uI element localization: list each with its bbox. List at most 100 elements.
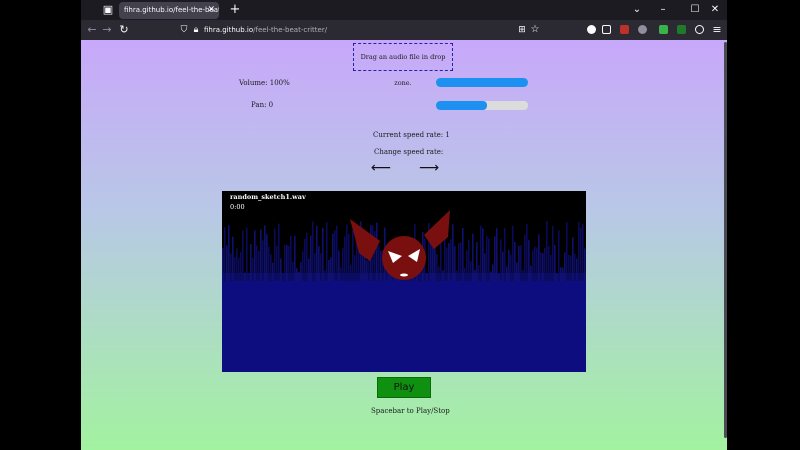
waveform-spike	[338, 250, 340, 281]
waveform-spike	[462, 227, 464, 281]
waveform-spike	[310, 235, 312, 281]
waveform-spike	[322, 227, 324, 281]
waveform-spike	[494, 236, 496, 281]
waveform-spike	[446, 247, 448, 281]
tab-overflow-icon[interactable]: ⌄	[630, 3, 644, 17]
waveform-spike	[242, 230, 244, 281]
back-icon[interactable]: ←	[85, 23, 99, 37]
visualizer-svg	[222, 210, 586, 372]
tab-list-icon[interactable]: ▣	[101, 3, 115, 17]
menu-icon[interactable]: ≡	[710, 23, 724, 37]
minimize-icon[interactable]: –	[656, 3, 670, 17]
waveform-spike	[312, 221, 314, 281]
waveform-spike	[466, 250, 468, 281]
waveform-spike	[250, 244, 252, 281]
waveform-spike	[292, 261, 294, 281]
waveform-spike	[298, 271, 300, 281]
close-window-icon[interactable]: ✕	[708, 3, 722, 17]
waveform-spike	[566, 222, 568, 281]
extension-5-icon[interactable]	[677, 25, 686, 34]
extension-6-icon[interactable]	[695, 25, 704, 34]
waveform-spike	[458, 243, 460, 281]
slower-arrow-button[interactable]: ⟵	[371, 161, 391, 175]
waveform-spike	[454, 246, 456, 281]
waveform-spike	[226, 245, 228, 281]
waveform-spike	[232, 236, 234, 281]
waveform-spike	[512, 225, 514, 281]
waveform-spike	[356, 243, 358, 281]
waveform-spike	[510, 254, 512, 281]
waveform-spike	[528, 240, 530, 281]
extension-2-icon[interactable]	[620, 25, 629, 34]
extension-1-icon[interactable]	[587, 25, 596, 34]
waveform-spike	[508, 250, 510, 281]
waveform-spike	[518, 245, 520, 281]
waveform-spike	[572, 237, 574, 281]
url-bar[interactable]: fihra.github.io/feel-the-beat-critter/	[204, 22, 544, 38]
extension-3-icon[interactable]	[638, 25, 647, 34]
reload-icon[interactable]: ↻	[117, 23, 131, 37]
tab-title: fihra.github.io/feel-the-beat-critter/	[124, 6, 219, 14]
waveform-spike	[378, 245, 380, 281]
waveform-spike	[252, 257, 254, 281]
track-name: random_sketch1.wav	[230, 193, 306, 201]
waveform-spike	[456, 270, 458, 281]
waveform-spike	[228, 225, 230, 281]
waveform-spike	[314, 253, 316, 281]
waveform-spike	[534, 246, 536, 281]
waveform-spike	[278, 223, 280, 281]
waveform-spike	[268, 246, 270, 281]
new-tab-icon[interactable]: +	[227, 2, 243, 18]
page-content: Drag an audio file in drop zone. Volume:…	[81, 40, 727, 450]
star-icon[interactable]: ☆	[528, 23, 542, 37]
lock-icon[interactable]: 🔒︎	[189, 23, 203, 37]
tab-active[interactable]: fihra.github.io/feel-the-beat-critter/ ✕	[119, 2, 219, 19]
waveform-spike	[540, 252, 542, 281]
waveform-spike	[470, 261, 472, 281]
waveform-spike	[346, 224, 348, 281]
waveform-spike	[340, 267, 342, 281]
waveform-spike	[556, 273, 558, 281]
waveform-spike	[230, 253, 232, 281]
waveform-spike	[570, 255, 572, 281]
waveform-spike	[514, 241, 516, 281]
faster-arrow-button[interactable]: ⟶	[419, 161, 439, 175]
drop-zone[interactable]: Drag an audio file in drop zone.	[353, 43, 453, 87]
waveform-spike	[504, 227, 506, 281]
translate-icon[interactable]: ⊞	[515, 23, 529, 37]
waveform-spike	[552, 225, 554, 281]
page-scrollbar[interactable]	[724, 42, 727, 438]
waveform-spike	[478, 265, 480, 281]
waveform-spike	[280, 258, 282, 281]
tab-close-icon[interactable]: ✕	[207, 2, 215, 19]
volume-slider-fill	[436, 78, 528, 87]
waveform-spike	[222, 247, 224, 281]
waveform-spike	[440, 239, 442, 281]
waveform-spike	[496, 228, 498, 281]
extensions-puzzle-icon[interactable]	[602, 25, 611, 34]
waveform-spike	[380, 250, 382, 281]
waveform-spike	[316, 225, 318, 281]
waveform-spike	[324, 270, 326, 281]
forward-icon[interactable]: →	[100, 23, 114, 37]
waveform-spike	[520, 245, 522, 281]
waveform-spike	[332, 233, 334, 281]
waveform-spike	[544, 248, 546, 281]
extension-4-icon[interactable]	[659, 25, 668, 34]
waveform-spike	[522, 269, 524, 281]
pan-slider[interactable]	[436, 101, 528, 110]
waveform-spike	[574, 253, 576, 281]
waveform-spike	[308, 258, 310, 281]
waveform-spike	[254, 230, 256, 281]
play-button[interactable]: Play	[377, 377, 431, 398]
waveform-spike	[542, 253, 544, 281]
url-path: /feel-the-beat-critter/	[253, 26, 328, 34]
waveform-spike	[336, 225, 338, 281]
critter-mouth	[400, 273, 408, 277]
waveform-spike	[236, 248, 238, 281]
waveform-spike	[554, 244, 556, 281]
maximize-icon[interactable]: ☐	[688, 3, 702, 17]
waveform-spike	[354, 255, 356, 281]
waveform-spike	[464, 267, 466, 281]
volume-slider[interactable]	[436, 78, 528, 87]
